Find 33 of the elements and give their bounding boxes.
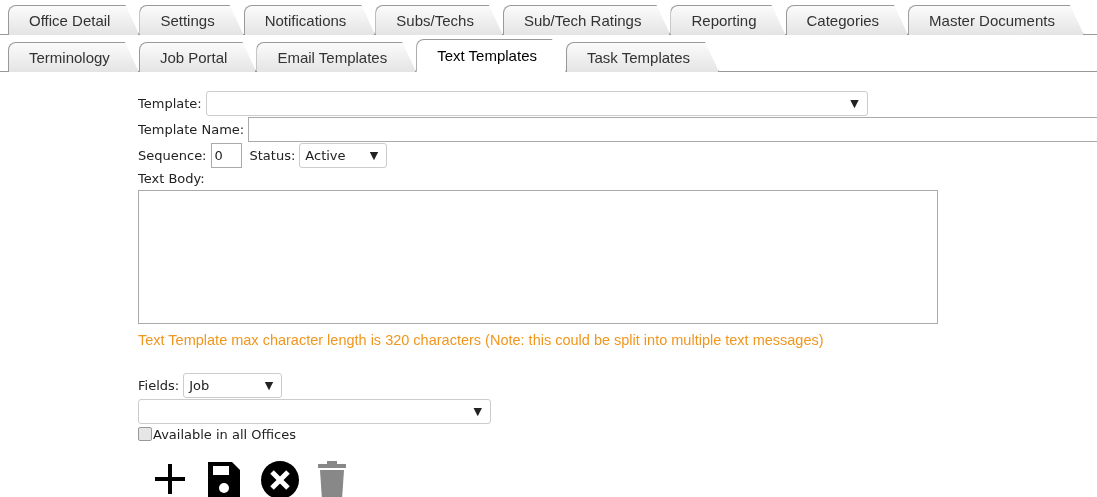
field-label: Sequence: [138,147,207,163]
sequence-input[interactable]: 0 [210,142,242,168]
field-label: Status: [249,147,296,163]
tab[interactable]: Job Portal [138,42,257,72]
tab[interactable]: Categories [785,5,909,35]
fields-select[interactable]: Job ▼ [183,372,283,398]
field-label: Fields: [138,377,180,393]
tab[interactable]: Sub/Tech Ratings [502,5,671,35]
tab[interactable]: Office Detail [8,5,140,35]
tab[interactable]: Master Documents [908,5,1084,35]
checkbox-label: Available in all Offices [153,426,296,442]
tab[interactable]: Text Templates [416,39,566,72]
length-note: Text Template max character length is 320 characters (Note: this could be split into multiple text messages) [138,332,825,348]
tab[interactable]: Reporting [670,5,786,35]
save-icon [206,460,242,497]
field-label: Template Name: [138,121,245,137]
field-label: Template: [138,95,202,111]
tab[interactable]: Subs/Techs [375,5,503,35]
template-select[interactable]: ▼ [205,90,868,116]
status-select[interactable]: Active ▼ [299,142,388,168]
save-button[interactable] [206,460,242,497]
tab[interactable]: Task Templates [566,42,720,72]
close-icon [260,460,300,497]
cancel-button[interactable] [260,460,296,497]
tab[interactable]: Settings [139,5,244,35]
checkbox[interactable] [138,427,152,441]
field-select[interactable]: ▼ [138,398,491,424]
template-name-input[interactable] [248,116,1097,142]
field-label: Text Body: [138,170,205,186]
trash-icon [316,460,348,497]
tab[interactable]: Email Templates [256,42,417,72]
tab[interactable]: Terminology [8,42,139,72]
tab[interactable]: Notifications [243,5,376,35]
